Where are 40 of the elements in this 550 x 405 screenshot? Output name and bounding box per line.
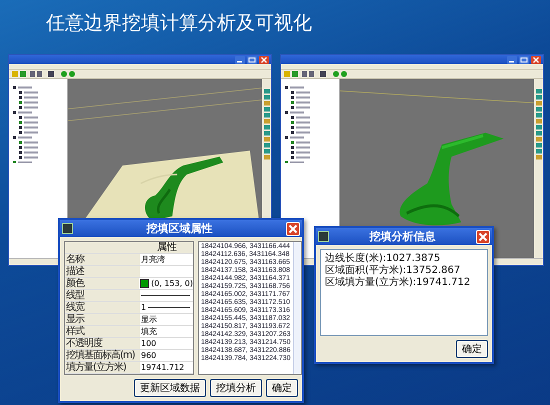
property-value: 1 (141, 302, 146, 313)
property-name: 填方量(立方米) (65, 362, 140, 373)
coordinate-list[interactable] (198, 241, 302, 375)
dialog-button[interactable]: 挖填分析 (210, 379, 262, 397)
close-icon (478, 232, 488, 242)
property-name: 不透明度 (65, 338, 140, 349)
result-line: 区域面积(平方米):13752.867 (325, 265, 462, 276)
property-value[interactable]: 月亮湾 (141, 254, 165, 265)
close-button[interactable] (476, 230, 490, 244)
property-name: 挖填基面标高(m) (65, 350, 140, 361)
close-button[interactable] (286, 222, 300, 236)
dialog-title: 挖填区域属性 (145, 221, 214, 236)
property-name: 名称 (65, 254, 140, 265)
close-icon (288, 224, 298, 234)
ok-button[interactable]: 确定 (456, 340, 488, 358)
window-controls-icon[interactable] (507, 56, 541, 64)
property-name: 显示 (65, 314, 140, 325)
property-value[interactable]: 100 (141, 338, 156, 349)
property-value[interactable]: 19741.712 (141, 362, 184, 373)
property-name: 线宽 (65, 302, 140, 313)
result-line: 边线长度(米):1027.3875 (325, 253, 442, 264)
result-text-area[interactable]: 边线长度(米):1027.3875 区域面积(平方米):13752.867 区域填方量(立方米):19741.712 (320, 249, 488, 336)
dialog-button[interactable]: 更新区域数据 (134, 379, 206, 397)
app-icon (318, 231, 329, 242)
result-line: 区域填方量(立方米):19741.712 (325, 277, 472, 289)
property-name: 描述 (65, 266, 140, 277)
slide-title: 任意边界挖填计算分析及可视化 (46, 11, 312, 36)
property-name: 线型 (65, 290, 140, 301)
property-name: 颜色 (65, 278, 140, 289)
scrollbar[interactable] (292, 242, 301, 374)
property-value[interactable]: 填充 (141, 326, 157, 337)
dialog-title: 挖填分析信息 (368, 229, 436, 244)
dialog-button[interactable]: 确定 (266, 379, 298, 397)
property-value: (0, 153, 0) (151, 278, 193, 289)
property-value[interactable]: 960 (141, 350, 156, 361)
app-icon (62, 223, 73, 234)
color-swatch[interactable] (140, 279, 150, 288)
window-controls-icon[interactable] (235, 56, 269, 64)
property-name: 样式 (65, 326, 140, 337)
property-value[interactable]: 显示 (141, 314, 157, 325)
